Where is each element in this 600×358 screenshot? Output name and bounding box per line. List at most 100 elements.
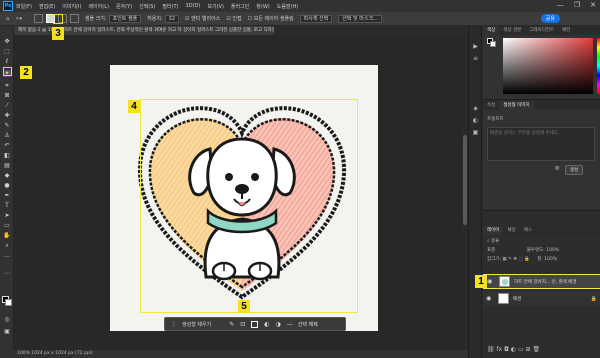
shape-tool-icon[interactable]: ▭	[3, 222, 11, 229]
menu-plugins[interactable]: 플러그인	[231, 3, 249, 10]
contextual-task-bar: ⋮ 생성형 채우기 ✎ ⊡ ◐ ◑ — 선택 해제	[164, 317, 346, 331]
deselect-button[interactable]: 선택 해제	[298, 321, 318, 328]
pen-tool-icon[interactable]: ✒	[3, 192, 11, 199]
stamp-tool-icon[interactable]: ♙	[3, 132, 11, 139]
maximize-icon[interactable]: ❐	[574, 1, 580, 9]
move-tool-icon[interactable]: ✥	[3, 38, 11, 45]
generate-button[interactable]: 생성	[565, 165, 584, 175]
healing-tool-icon[interactable]: ✚	[3, 112, 11, 119]
menu-layer[interactable]: 레이어(L)	[88, 3, 109, 10]
panel-icon-strip: ▶ ≡ ◈ ◐ ▣	[469, 26, 482, 358]
path-select-icon[interactable]: ➤	[3, 212, 11, 219]
eyedropper-tool-icon[interactable]: ⁄	[3, 102, 11, 109]
invert-selection-icon[interactable]: ⊡	[240, 321, 245, 328]
blend-mode-select[interactable]: 표준	[487, 248, 495, 253]
layer-row-artwork[interactable]: ◉ 하트 안에 강아지... 인, 흰색 배경	[483, 274, 600, 289]
history-panel-icon[interactable]: ▶	[472, 44, 479, 50]
gradient-tool-icon[interactable]: ▤	[3, 162, 11, 169]
visibility-eye-icon[interactable]: ◉	[487, 278, 495, 285]
drag-handle-icon[interactable]: ⋮	[171, 321, 177, 328]
tab-generated-image[interactable]: 생성형 이미지	[499, 101, 534, 110]
visibility-eye-icon[interactable]: ◉	[486, 295, 494, 302]
menu-select[interactable]: 선택(S)	[139, 3, 155, 10]
menu-filter[interactable]: 필터(T)	[162, 3, 178, 10]
scrollbar-thumb[interactable]	[463, 135, 467, 225]
lasso-tool-icon[interactable]: ℓ	[3, 58, 11, 65]
fx-icon[interactable]: fx	[497, 346, 505, 353]
options-bar: ⌂ ✧▾ 샘플 크기: 포인트 샘플 허용치: 32 ☑ 앤티 앨리어스 ☑ 인…	[0, 12, 600, 26]
tab-swatches[interactable]: 색상 견본	[499, 26, 525, 35]
crop-tool-icon[interactable]: ⌗	[3, 82, 11, 89]
eraser-tool-icon[interactable]: ◧	[3, 152, 11, 159]
actions-panel-icon[interactable]: ≡	[472, 56, 479, 62]
modify-selection-icon[interactable]: ✎	[229, 321, 234, 328]
adjustment-layer-icon[interactable]: ◐	[511, 346, 518, 353]
quick-mask-icon[interactable]: ◎	[3, 316, 11, 323]
menu-3d[interactable]: 3D(D)	[186, 3, 201, 9]
all-layers-checkbox[interactable]: ☐ 모든 레이어 샘플링	[248, 15, 294, 22]
properties-panel-icon[interactable]: ◈	[472, 106, 479, 112]
tab-paths[interactable]: 패스	[520, 226, 536, 235]
home-icon[interactable]: ⌂	[6, 16, 9, 22]
mask-icon[interactable]: ◘	[504, 346, 511, 353]
hand-tool-icon[interactable]: ✋	[3, 232, 11, 239]
share-button[interactable]: 공유	[540, 14, 560, 23]
libraries-panel-icon[interactable]: ▣	[472, 130, 479, 136]
tab-properties[interactable]: 속성	[483, 101, 499, 110]
frame-tool-icon[interactable]: ⊠	[3, 92, 11, 99]
brush-tool-icon[interactable]: ✎	[3, 122, 11, 129]
tab-channels[interactable]: 채널	[503, 226, 519, 235]
link-layers-icon[interactable]: ⛓	[487, 346, 497, 353]
background-color-swatch[interactable]	[5, 299, 12, 306]
adjust-icon[interactable]: ◐	[264, 321, 269, 328]
group-icon[interactable]: ▭	[518, 346, 526, 353]
layer-kind-select[interactable]: 종류	[491, 239, 499, 244]
tab-patterns[interactable]: 패턴	[558, 26, 574, 35]
menu-help[interactable]: 도움말(H)	[277, 3, 298, 10]
type-tool-icon[interactable]: T	[3, 202, 11, 209]
tab-gradients[interactable]: 그레이디언트	[525, 26, 558, 35]
image-icon[interactable]: ▧	[555, 166, 559, 171]
dodge-tool-icon[interactable]: ●	[3, 182, 11, 189]
layer-row-background[interactable]: ◉ 배경 🔒	[483, 291, 600, 306]
tab-layers[interactable]: 레이어	[483, 226, 504, 235]
fill-input[interactable]: 100%	[544, 257, 557, 262]
anti-alias-checkbox[interactable]: ☑ 앤티 앨리어스	[185, 15, 220, 22]
tolerance-input[interactable]: 32	[164, 14, 180, 23]
create-mask-button[interactable]	[251, 320, 259, 328]
more-tools-icon[interactable]: …	[3, 252, 11, 259]
prompt-input[interactable]: 배경을 원하는 부분을 설명해 주세요...	[487, 127, 595, 161]
fill-icon[interactable]: ◑	[276, 321, 281, 328]
menu-window[interactable]: 창(W)	[256, 3, 269, 10]
edit-toolbar-icon[interactable]: ⋯	[3, 270, 11, 277]
select-subject-button[interactable]: 피사체 선택	[299, 14, 333, 23]
zoom-tool-icon[interactable]: ⌕	[3, 242, 11, 249]
screen-mode-icon[interactable]: ▣	[3, 328, 11, 335]
menu-view[interactable]: 보기(V)	[207, 3, 224, 10]
delete-layer-icon[interactable]: 🗑	[532, 346, 540, 353]
menu-type[interactable]: 문자(Y)	[116, 3, 132, 10]
history-brush-icon[interactable]: ↶	[3, 142, 11, 149]
new-selection-button[interactable]	[33, 14, 43, 23]
menu-image[interactable]: 이미지(I)	[62, 3, 81, 10]
color-picker-field[interactable]	[503, 38, 593, 94]
lock-icons[interactable]: ▦ ✎ ✥ ⬚ 🔒	[502, 257, 529, 262]
blur-tool-icon[interactable]: ◆	[3, 172, 11, 179]
generative-fill-button[interactable]: 생성형 채우기	[182, 321, 211, 328]
intersect-selection-button[interactable]	[69, 14, 79, 23]
marquee-tool-icon[interactable]: ⬚	[3, 48, 11, 55]
sample-size-select[interactable]: 포인트 샘플	[108, 14, 142, 23]
color-panel-background[interactable]	[490, 41, 496, 47]
magic-wand-preset-icon[interactable]: ✧▾	[15, 16, 22, 22]
close-icon[interactable]: ✕	[590, 1, 596, 9]
minimize-icon[interactable]: —	[557, 1, 564, 9]
more-options-icon[interactable]: —	[287, 321, 293, 328]
tab-color[interactable]: 색상	[483, 26, 500, 35]
select-mask-button[interactable]: 선택 및 마스크...	[338, 14, 382, 23]
menu-edit[interactable]: 편집(E)	[39, 3, 55, 10]
menu-file[interactable]: 파일(F)	[16, 3, 32, 10]
opacity-input[interactable]: 100%	[546, 248, 559, 253]
selection-bounding-box[interactable]	[140, 99, 358, 313]
adjustments-panel-icon[interactable]: ◐	[472, 118, 479, 124]
contiguous-checkbox[interactable]: ☑ 인접	[226, 15, 241, 22]
